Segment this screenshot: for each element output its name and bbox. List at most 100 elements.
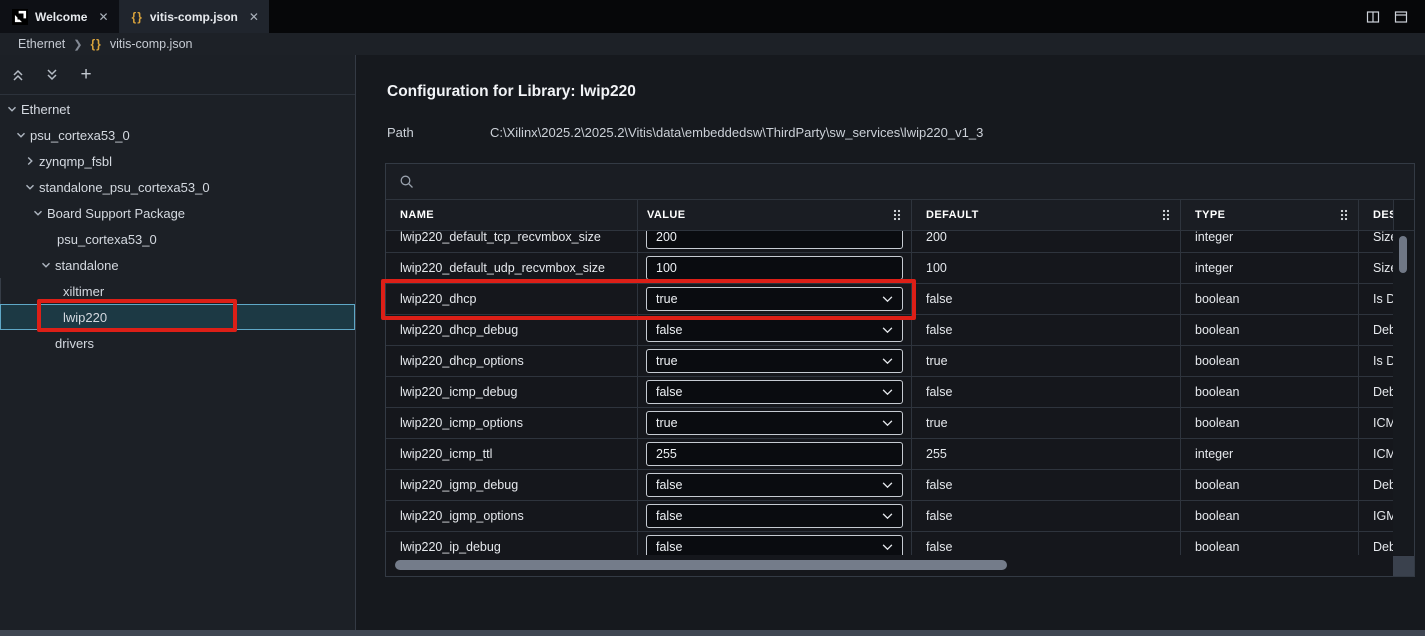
vitis-ide-window: Welcome ✕ {} vitis-comp.json ✕ Ethernet … xyxy=(0,0,1425,636)
tree-item-lwip220[interactable]: lwip220 xyxy=(0,304,355,330)
chevron-down-icon xyxy=(882,420,893,427)
param-name: lwip220_dhcp_debug xyxy=(386,315,638,345)
drag-handle-icon[interactable] xyxy=(1162,209,1170,221)
horizontal-scrollbar-thumb[interactable] xyxy=(395,560,1007,570)
column-header-name: NAME xyxy=(386,200,638,230)
scrollbar-gutter xyxy=(1394,200,1415,230)
chevron-down-icon xyxy=(882,544,893,551)
value-input[interactable] xyxy=(646,442,903,466)
value-input[interactable] xyxy=(646,231,903,249)
drag-handle-icon[interactable] xyxy=(1340,209,1348,221)
chevron-down-icon xyxy=(40,259,52,271)
desc-value: Debu xyxy=(1359,315,1394,345)
default-value: true xyxy=(912,408,1181,438)
json-braces-icon: {} xyxy=(90,37,101,51)
close-icon[interactable]: ✕ xyxy=(98,10,108,24)
json-braces-icon: {} xyxy=(132,10,143,24)
value-select[interactable]: false xyxy=(646,504,903,528)
split-editor-icon[interactable] xyxy=(1365,9,1381,25)
tree-item-psu-cortexa53-0-leaf[interactable]: psu_cortexa53_0 xyxy=(0,226,355,252)
table-search-row[interactable] xyxy=(386,164,1414,200)
desc-value: ICMP xyxy=(1359,439,1394,469)
tree-item-board-support-package[interactable]: Board Support Package xyxy=(0,200,355,226)
type-value: boolean xyxy=(1181,346,1359,376)
tree-item-drivers[interactable]: drivers xyxy=(0,330,355,356)
horizontal-scrollbar-track[interactable] xyxy=(386,555,1414,576)
breadcrumb-item-file[interactable]: vitis-comp.json xyxy=(110,37,193,51)
tab-welcome[interactable]: Welcome ✕ xyxy=(0,0,120,33)
value-select[interactable]: false xyxy=(646,473,903,497)
vertical-scrollbar-track[interactable] xyxy=(1393,231,1414,555)
table-row: lwip220_ip_debug false false boolean Deb… xyxy=(386,532,1394,557)
default-value: 255 xyxy=(912,439,1181,469)
default-value: 100 xyxy=(912,253,1181,283)
tree-item-psu-cortexa53-0[interactable]: psu_cortexa53_0 xyxy=(0,122,355,148)
desc-value: Size o xyxy=(1359,253,1394,283)
column-header-type: TYPE xyxy=(1181,200,1359,230)
chevron-down-icon xyxy=(882,389,893,396)
value-input[interactable] xyxy=(646,256,903,280)
param-name: lwip220_igmp_options xyxy=(386,501,638,531)
tab-label: Welcome xyxy=(35,10,87,24)
chevron-down-icon xyxy=(882,327,893,334)
param-name: lwip220_dhcp xyxy=(386,284,638,314)
tabbar-spacer xyxy=(269,0,1365,33)
collapse-all-icon[interactable] xyxy=(10,67,26,83)
table-row: lwip220_default_tcp_recvmbox_size 200 in… xyxy=(386,231,1394,253)
default-value: 200 xyxy=(912,231,1181,252)
drag-handle-icon[interactable] xyxy=(893,209,901,221)
value-select[interactable]: true xyxy=(646,287,903,311)
default-value: false xyxy=(912,532,1181,557)
amd-logo-icon xyxy=(12,9,28,25)
value-select[interactable]: true xyxy=(646,411,903,435)
tree-toolbar: + xyxy=(0,55,355,95)
param-name: lwip220_icmp_ttl xyxy=(386,439,638,469)
type-value: integer xyxy=(1181,231,1359,252)
type-value: boolean xyxy=(1181,284,1359,314)
tree-item-standalone-psu-cortexa53-0[interactable]: standalone_psu_cortexa53_0 xyxy=(0,174,355,200)
chevron-down-icon xyxy=(882,296,893,303)
type-value: integer xyxy=(1181,439,1359,469)
value-select[interactable]: false xyxy=(646,318,903,342)
tab-vitis-comp-json[interactable]: {} vitis-comp.json ✕ xyxy=(120,0,269,33)
chevron-down-icon xyxy=(32,207,44,219)
default-value: false xyxy=(912,315,1181,345)
value-select[interactable]: false xyxy=(646,535,903,557)
tree-item-ethernet[interactable]: Ethernet xyxy=(0,96,355,122)
config-table: NAME VALUE DEFAULT TYPE DESC lwip220_def… xyxy=(385,163,1415,577)
param-name: lwip220_icmp_options xyxy=(386,408,638,438)
table-rows: lwip220_default_tcp_recvmbox_size 200 in… xyxy=(386,231,1395,557)
path-value: C:\Xilinx\2025.2\2025.2\Vitis\data\embed… xyxy=(490,125,983,140)
default-value: true xyxy=(912,346,1181,376)
close-icon[interactable]: ✕ xyxy=(249,10,259,24)
vertical-scrollbar-thumb[interactable] xyxy=(1399,236,1407,273)
add-icon[interactable]: + xyxy=(78,67,94,83)
table-row: lwip220_icmp_ttl 255 integer ICMP xyxy=(386,439,1394,470)
default-value: false xyxy=(912,377,1181,407)
default-value: false xyxy=(912,284,1181,314)
type-value: boolean xyxy=(1181,377,1359,407)
table-row: lwip220_default_udp_recvmbox_size 100 in… xyxy=(386,253,1394,284)
expand-all-icon[interactable] xyxy=(44,67,60,83)
type-value: boolean xyxy=(1181,470,1359,500)
value-select[interactable]: true xyxy=(646,349,903,373)
param-name: lwip220_igmp_debug xyxy=(386,470,638,500)
desc-value: Debu xyxy=(1359,470,1394,500)
desc-value: ICMP xyxy=(1359,408,1394,438)
breadcrumb-item-ethernet[interactable]: Ethernet xyxy=(18,37,65,51)
chevron-down-icon xyxy=(882,358,893,365)
chevron-down-icon xyxy=(6,103,18,115)
tab-label: vitis-comp.json xyxy=(150,10,238,24)
tree-item-xiltimer[interactable]: xiltimer xyxy=(0,278,355,304)
search-icon xyxy=(399,174,415,190)
tree-item-zynqmp-fsbl[interactable]: zynqmp_fsbl xyxy=(0,148,355,174)
table-header: NAME VALUE DEFAULT TYPE DESC xyxy=(386,200,1414,231)
default-value: false xyxy=(912,470,1181,500)
desc-value: Debu xyxy=(1359,377,1394,407)
column-header-value: VALUE xyxy=(638,200,912,230)
value-select[interactable]: false xyxy=(646,380,903,404)
toggle-panel-layout-icon[interactable] xyxy=(1393,9,1409,25)
chevron-down-icon xyxy=(882,513,893,520)
tree-item-standalone[interactable]: standalone xyxy=(0,252,355,278)
desc-value: Debu xyxy=(1359,532,1394,557)
